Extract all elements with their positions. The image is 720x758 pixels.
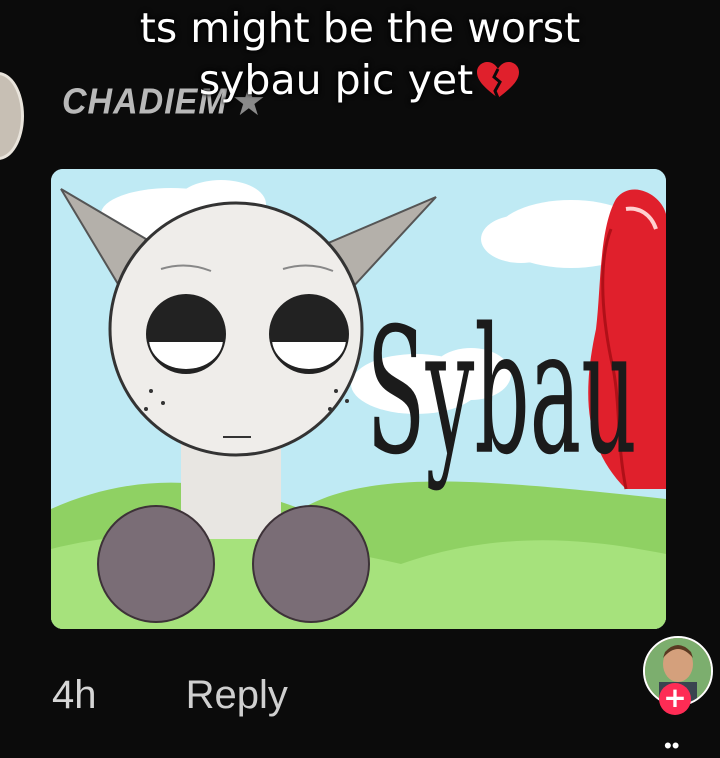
caption-line-1: ts might be the worst	[139, 4, 581, 52]
comment-meta: 4h Reply	[52, 673, 288, 718]
comment-time: 4h	[52, 673, 97, 717]
partial-icon: ••	[664, 733, 680, 758]
reply-button[interactable]: Reply	[186, 673, 288, 718]
sybau-picture: Sybau	[51, 169, 666, 629]
video-caption: ts might be the worst sybau pic yet	[0, 0, 720, 106]
sybau-text: Sybau	[366, 291, 636, 494]
caption-line-2: sybau pic yet	[0, 54, 720, 106]
follow-button[interactable]: +	[659, 683, 691, 715]
broken-heart-icon	[477, 62, 520, 99]
comment-image[interactable]: Sybau	[51, 169, 666, 629]
caption-line-2-text: sybau pic yet	[198, 56, 474, 104]
